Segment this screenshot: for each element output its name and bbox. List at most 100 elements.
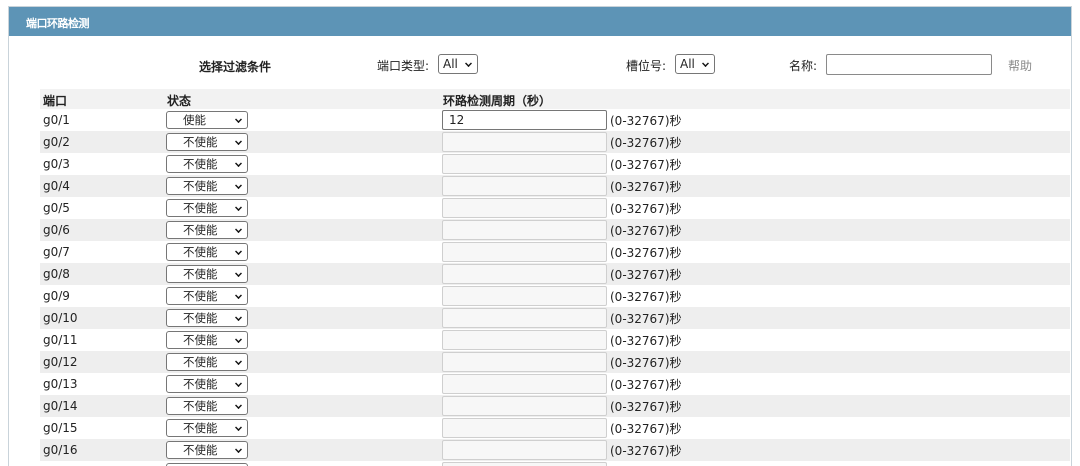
port-name: g0/12 xyxy=(43,355,78,369)
table-row: g0/1 使能 12 (0-32767)秒 xyxy=(40,109,1070,131)
table-row: g0/17不使能(0-32767)秒 xyxy=(40,461,1070,466)
chevron-down-icon xyxy=(235,402,242,409)
chevron-down-icon xyxy=(235,226,242,233)
status-value: 不使能 xyxy=(183,201,218,215)
period-input xyxy=(442,418,607,438)
table-row: g0/16 不使能 (0-32767)秒 xyxy=(40,439,1070,461)
help-link[interactable]: 帮助 xyxy=(1008,57,1032,74)
status-value: 使能 xyxy=(183,113,206,127)
period-range-hint: (0-32767)秒 xyxy=(610,334,682,348)
port-loop-detection-page: 端口环路检测 选择过滤条件 端口类型: All 槽位号: All 名称: 帮助 … xyxy=(0,0,1080,466)
table-row: g0/3 不使能 (0-32767)秒 xyxy=(40,153,1070,175)
port-name: g0/3 xyxy=(43,157,70,171)
slot-select[interactable]: All xyxy=(675,54,715,74)
chevron-down-icon xyxy=(235,424,242,431)
period-range-hint: (0-32767)秒 xyxy=(610,114,682,128)
period-input xyxy=(442,330,607,350)
period-input xyxy=(442,220,607,240)
table-row: g0/9 不使能 (0-32767)秒 xyxy=(40,285,1070,307)
port-type-value: All xyxy=(443,57,458,71)
status-select[interactable]: 不使能 xyxy=(166,353,248,371)
header-status: 状态 xyxy=(167,94,192,108)
port-name: g0/1 xyxy=(43,113,70,127)
period-range-hint: (0-32767)秒 xyxy=(610,290,682,304)
status-select[interactable]: 不使能 xyxy=(166,265,248,283)
chevron-down-icon xyxy=(235,380,242,387)
status-value: 不使能 xyxy=(183,399,218,413)
status-select[interactable]: 不使能 xyxy=(166,199,248,217)
period-range-hint: (0-32767)秒 xyxy=(610,180,682,194)
chevron-down-icon xyxy=(235,248,242,255)
status-select[interactable]: 不使能 xyxy=(166,155,248,173)
status-value: 不使能 xyxy=(183,267,218,281)
status-value: 不使能 xyxy=(183,311,218,325)
period-input xyxy=(442,374,607,394)
status-select[interactable]: 不使能 xyxy=(166,287,248,305)
period-input xyxy=(442,462,607,466)
table-row: g0/4 不使能 (0-32767)秒 xyxy=(40,175,1070,197)
port-name: g0/16 xyxy=(43,443,78,457)
status-value: 不使能 xyxy=(183,443,218,457)
chevron-down-icon xyxy=(235,446,242,453)
chevron-down-icon xyxy=(235,358,242,365)
port-name: g0/8 xyxy=(43,267,70,281)
period-input xyxy=(442,132,607,152)
period-input xyxy=(442,396,607,416)
status-select[interactable]: 不使能 xyxy=(166,221,248,239)
period-range-hint: (0-32767)秒 xyxy=(610,202,682,216)
period-input[interactable]: 12 xyxy=(442,110,607,130)
period-input xyxy=(442,154,607,174)
filter-label: 选择过滤条件 xyxy=(199,60,272,74)
period-range-hint: (0-32767)秒 xyxy=(610,356,682,370)
table-row: g0/10 不使能 (0-32767)秒 xyxy=(40,307,1070,329)
port-type-select[interactable]: All xyxy=(438,54,478,74)
status-select[interactable]: 不使能 xyxy=(166,309,248,327)
status-select[interactable]: 不使能 xyxy=(166,441,248,459)
period-range-hint: (0-32767)秒 xyxy=(610,224,682,238)
period-range-hint: (0-32767)秒 xyxy=(610,422,682,436)
period-range-hint: (0-32767)秒 xyxy=(610,400,682,414)
table-row: g0/2 不使能 (0-32767)秒 xyxy=(40,131,1070,153)
chevron-down-icon xyxy=(702,60,709,67)
chevron-down-icon xyxy=(235,116,242,123)
status-select[interactable]: 不使能 xyxy=(166,243,248,261)
period-input xyxy=(442,308,607,328)
panel-title: 端口环路检测 xyxy=(26,17,90,30)
status-select[interactable]: 不使能 xyxy=(166,331,248,349)
table-row: g0/14 不使能 (0-32767)秒 xyxy=(40,395,1070,417)
status-select[interactable]: 不使能 xyxy=(166,397,248,415)
period-range-hint: (0-32767)秒 xyxy=(610,444,682,458)
status-select[interactable]: 使能 xyxy=(166,111,248,129)
status-value: 不使能 xyxy=(183,355,218,369)
port-table: 端口 状态 环路检测周期（秒） g0/1 使能 12 (0-32767)秒 g0/2 不使… xyxy=(40,89,1070,466)
status-select[interactable]: 不使能 xyxy=(166,375,248,393)
status-value: 不使能 xyxy=(183,245,218,259)
chevron-down-icon xyxy=(235,138,242,145)
chevron-down-icon xyxy=(235,336,242,343)
panel-titlebar: 端口环路检测 xyxy=(9,7,1071,36)
status-value: 不使能 xyxy=(183,157,218,171)
port-name: g0/6 xyxy=(43,223,70,237)
chevron-down-icon xyxy=(235,204,242,211)
period-input xyxy=(442,352,607,372)
port-name: g0/14 xyxy=(43,399,78,413)
period-range-hint: (0-32767)秒 xyxy=(610,246,682,260)
period-input xyxy=(442,286,607,306)
period-input xyxy=(442,176,607,196)
port-name: g0/15 xyxy=(43,421,78,435)
status-select[interactable]: 不使能 xyxy=(166,177,248,195)
status-select[interactable]: 不使能 xyxy=(166,419,248,437)
table-row: g0/5 不使能 (0-32767)秒 xyxy=(40,197,1070,219)
port-name: g0/9 xyxy=(43,289,70,303)
slot-label: 槽位号: xyxy=(626,59,667,73)
status-value: 不使能 xyxy=(183,289,218,303)
port-name: g0/4 xyxy=(43,179,70,193)
chevron-down-icon xyxy=(235,182,242,189)
header-port: 端口 xyxy=(43,94,68,108)
header-period: 环路检测周期（秒） xyxy=(443,94,552,108)
port-type-label: 端口类型: xyxy=(377,59,430,73)
name-filter-input[interactable] xyxy=(826,54,992,75)
status-value: 不使能 xyxy=(183,135,218,149)
table-row: g0/12 不使能 (0-32767)秒 xyxy=(40,351,1070,373)
status-select[interactable]: 不使能 xyxy=(166,133,248,151)
